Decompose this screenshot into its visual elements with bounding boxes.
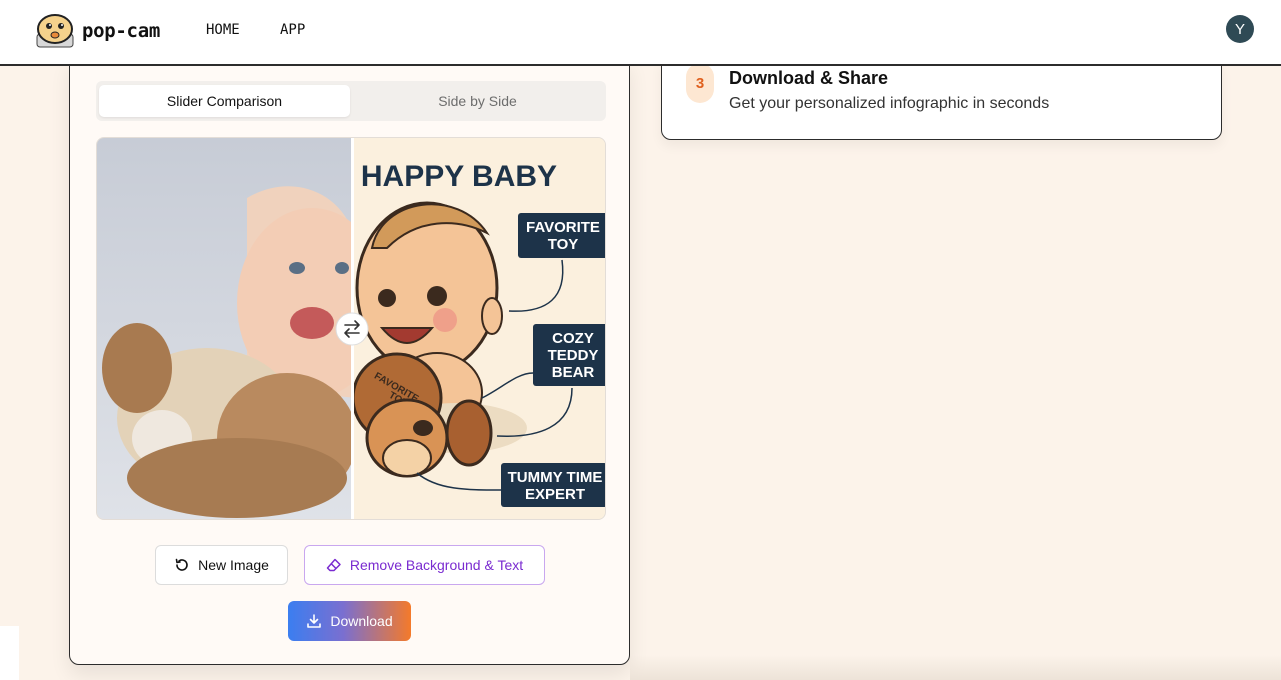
brand-name: pop-cam <box>82 20 160 42</box>
nav-home[interactable]: HOME <box>206 22 240 38</box>
tab-slider-comparison[interactable]: Slider Comparison <box>99 85 350 117</box>
step-number-badge: 3 <box>686 63 714 103</box>
eraser-icon <box>326 558 341 572</box>
remove-background-label: Remove Background & Text <box>349 557 524 573</box>
label-favorite-toy-2: TOY <box>548 236 579 253</box>
slider-handle[interactable] <box>335 312 369 346</box>
label-cozy-teddy-2: TEDDY <box>548 347 599 364</box>
pop-cam-logo-icon <box>36 14 74 48</box>
page-edge <box>0 626 19 680</box>
step-title: Download & Share <box>729 68 889 88</box>
user-avatar[interactable]: Y <box>1226 15 1254 43</box>
brand-logo[interactable]: pop-cam <box>36 14 160 48</box>
infographic-title: A HAPPY BABY <box>332 160 557 193</box>
nav-app[interactable]: APP <box>280 22 305 38</box>
refresh-icon <box>175 558 188 571</box>
download-label: Download <box>330 613 393 629</box>
label-cozy-teddy-3: BEAR <box>552 364 595 381</box>
label-tummy-time-2: EXPERT <box>525 486 585 503</box>
new-image-button[interactable]: New Image <box>155 545 288 585</box>
step-card: 3 Download & Share Get your personalized… <box>661 56 1222 140</box>
label-tummy-time-1: TUMMY TIME <box>508 469 603 486</box>
bottom-shadow <box>630 655 1281 680</box>
tab-side-by-side[interactable]: Side by Side <box>352 85 603 117</box>
comparison-slider[interactable]: A HAPPY BABY FAVORITE TOY <box>96 137 606 520</box>
download-button[interactable]: Download <box>288 601 411 641</box>
label-cozy-teddy-1: COZY <box>552 330 594 347</box>
result-card: Slider Comparison Side by Side A HAPPY B… <box>69 56 630 665</box>
view-mode-tabs: Slider Comparison Side by Side <box>96 81 606 121</box>
remove-background-button[interactable]: Remove Background & Text <box>304 545 545 585</box>
label-favorite-toy-1: FAVORITE <box>526 219 600 236</box>
top-header: pop-cam HOME APP Y <box>0 0 1281 66</box>
new-image-label: New Image <box>198 557 269 573</box>
download-icon <box>307 614 322 628</box>
step-description: Get your personalized infographic in sec… <box>729 95 1050 112</box>
